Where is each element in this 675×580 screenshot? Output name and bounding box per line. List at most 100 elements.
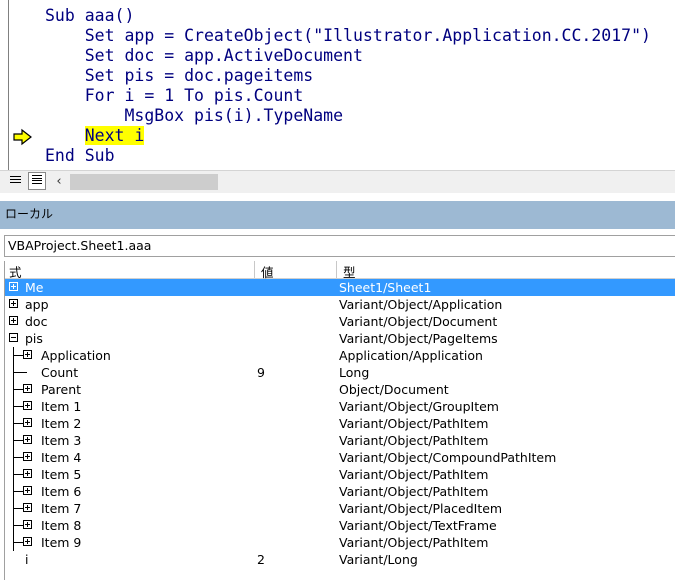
expand-icon[interactable] [23,520,32,529]
code-line[interactable]: End Sub [45,146,651,166]
full-module-view-icon[interactable] [28,172,46,190]
locals-type: Variant/Object/PathItem [339,535,489,550]
scrollbar-thumb[interactable] [70,174,218,190]
procedure-view-icon[interactable] [8,173,24,189]
column-divider[interactable] [254,261,255,278]
locals-row[interactable]: Parent Object/Document [5,381,675,398]
code-text: Sub aaa() [45,6,135,25]
tree-connector-line [13,440,23,441]
locals-expression: Application [41,348,111,363]
locals-window-title: ローカル [5,207,54,221]
expand-icon[interactable] [23,469,32,478]
locals-expression: Item 6 [41,484,82,499]
locals-expression: doc [25,314,48,329]
current-statement-highlight: Next i [84,126,145,145]
locals-expression: Item 4 [41,450,82,465]
code-line[interactable]: Set doc = app.ActiveDocument [45,46,651,66]
code-text: For i = 1 To pis.Count [45,86,304,105]
locals-expression: Item 7 [41,501,82,516]
locals-expression: Me [25,280,44,295]
locals-type: Variant/Object/TextFrame [339,518,497,533]
locals-expression: Parent [41,382,82,397]
tree-connector-line [13,525,23,526]
tree-connector-line [13,389,23,390]
locals-type: Variant/Object/PathItem [339,484,489,499]
tree-connector-line [13,423,23,424]
locals-context-label: VBAProject.Sheet1.aaa [8,238,152,253]
expand-icon[interactable] [23,401,32,410]
locals-window-title-bar[interactable]: ローカル [0,201,675,229]
locals-value[interactable]: 2 [257,552,265,567]
expand-icon[interactable] [23,384,32,393]
locals-type: Variant/Object/PageItems [339,331,498,346]
tree-connector-line [13,508,23,509]
locals-expression: i [25,552,29,567]
execution-pointer-icon [13,128,32,146]
tree-connector-line [13,355,23,356]
locals-type: Application/Application [339,348,483,363]
locals-expression: Item 3 [41,433,82,448]
locals-row[interactable]: Item 6 Variant/Object/PathItem [5,483,675,500]
locals-row[interactable]: Item 5 Variant/Object/PathItem [5,466,675,483]
expand-icon[interactable] [23,486,32,495]
locals-expression: Item 5 [41,467,82,482]
locals-row[interactable]: Item 1 Variant/Object/GroupItem [5,398,675,415]
code-text: MsgBox pis(i).TypeName [45,106,344,125]
code-text: Set doc = app.ActiveDocument [45,46,363,65]
locals-type: Variant/Object/CompoundPathItem [339,450,557,465]
locals-row[interactable]: Me Sheet1/Sheet1 [5,279,675,296]
locals-row[interactable]: Item 4 Variant/Object/CompoundPathItem [5,449,675,466]
locals-row[interactable]: i 2 Variant/Long [5,551,675,568]
expand-icon[interactable] [23,418,32,427]
locals-type: Variant/Object/PathItem [339,433,489,448]
locals-row[interactable]: Item 7 Variant/Object/PlacedItem [5,500,675,517]
locals-row[interactable]: doc Variant/Object/Document [5,313,675,330]
expand-icon[interactable] [23,435,32,444]
code-line[interactable]: Set pis = doc.pageitems [45,66,651,86]
expand-icon[interactable] [23,537,32,546]
tree-connector-line [13,457,23,458]
locals-row[interactable]: Item 3 Variant/Object/PathItem [5,432,675,449]
locals-row[interactable]: Item 2 Variant/Object/PathItem [5,415,675,432]
tree-connector-line [13,406,23,407]
code-editor[interactable]: Sub aaa() Set app = CreateObject("Illust… [45,6,651,166]
locals-type: Variant/Object/PathItem [339,467,489,482]
locals-expression: Item 1 [41,399,82,414]
locals-row[interactable]: Item 9 Variant/Object/PathItem [5,534,675,551]
tree-connector-line [13,474,23,475]
locals-row[interactable]: app Variant/Object/Application [5,296,675,313]
code-line[interactable]: For i = 1 To pis.Count [45,86,651,106]
code-text: Set app = CreateObject("Illustrator.Appl… [45,26,651,45]
locals-context-box[interactable]: VBAProject.Sheet1.aaa [4,235,675,257]
expand-icon[interactable] [9,299,18,308]
locals-row[interactable]: Count 9 Long [5,364,675,381]
locals-type: Variant/Object/PathItem [339,416,489,431]
code-horizontal-scrollbar[interactable]: ‹ [0,170,675,193]
code-line[interactable]: Sub aaa() [45,6,651,26]
expand-icon[interactable] [23,350,32,359]
locals-type: Variant/Object/Document [339,314,498,329]
column-divider[interactable] [336,261,337,278]
locals-type: Variant/Object/Application [339,297,503,312]
expand-icon[interactable] [23,503,32,512]
locals-value[interactable]: 9 [257,365,265,380]
expand-icon[interactable] [23,452,32,461]
locals-expression: pis [25,331,43,346]
locals-expression: Item 8 [41,518,82,533]
expand-icon[interactable] [9,282,18,291]
collapse-icon[interactable] [9,333,18,342]
chevron-left-icon[interactable]: ‹ [52,173,66,191]
expand-icon[interactable] [9,316,18,325]
code-line[interactable]: Next i [45,126,651,146]
locals-type: Sheet1/Sheet1 [339,280,432,295]
code-window[interactable]: Sub aaa() Set app = CreateObject("Illust… [0,0,675,194]
locals-row[interactable]: Item 8 Variant/Object/TextFrame [5,517,675,534]
locals-grid[interactable]: 式 値 型 Me Sheet1/Sheet1 app Variant/Object/A… [4,261,675,580]
locals-type: Variant/Object/PlacedItem [339,501,503,516]
code-line[interactable]: MsgBox pis(i).TypeName [45,106,651,126]
locals-row[interactable]: pis Variant/Object/PageItems [5,330,675,347]
code-line[interactable]: Set app = CreateObject("Illustrator.Appl… [45,26,651,46]
locals-row[interactable]: Application Application/Application [5,347,675,364]
tree-connector-line [13,372,27,373]
